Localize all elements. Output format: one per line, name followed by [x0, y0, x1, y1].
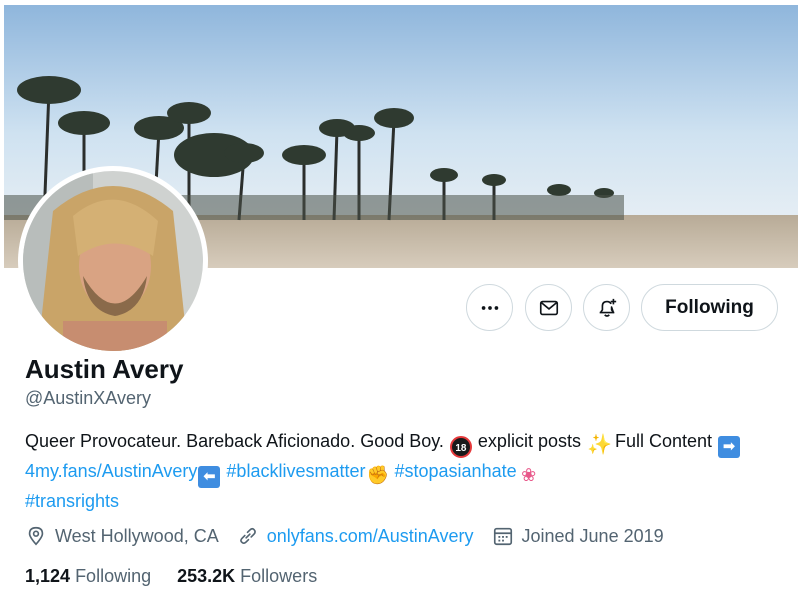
- adult-content-emoji: 18: [449, 436, 472, 458]
- display-name: Austin Avery: [25, 354, 184, 384]
- profile-actions: Following: [0, 284, 800, 332]
- bio-link[interactable]: 4my.fans/AustinAvery: [25, 461, 197, 481]
- user-handle: @AustinXAvery: [25, 388, 151, 408]
- link-icon: [239, 527, 256, 545]
- more-button[interactable]: [466, 284, 513, 331]
- mail-icon: [539, 300, 558, 315]
- lotus-emoji: ❀: [521, 465, 537, 485]
- location-text: West Hollywood, CA: [55, 525, 219, 546]
- bio-text: Queer Provocateur. Bareback Aficionado. …: [25, 431, 449, 451]
- calendar-icon: [493, 527, 512, 546]
- hashtag-blacklivesmatter[interactable]: #blacklivesmatter: [226, 461, 365, 481]
- hashtag-transrights[interactable]: #transrights: [25, 491, 119, 511]
- followers-stat[interactable]: 253.2K Followers: [177, 566, 317, 587]
- joined-date: Joined June 2019: [492, 525, 664, 547]
- bio-text: explicit posts: [472, 431, 586, 451]
- profile-meta: West Hollywood, CA onlyfans.com/AustinAv…: [25, 524, 682, 548]
- website-link[interactable]: onlyfans.com/AustinAvery: [267, 526, 474, 547]
- raised-fists-emoji: ✊: [366, 465, 389, 485]
- bell-plus-icon: [599, 298, 616, 317]
- profile-bio: Queer Provocateur. Bareback Aficionado. …: [25, 428, 795, 515]
- following-stat[interactable]: 1,124 Following: [25, 566, 151, 587]
- followers-count: 253.2K: [177, 566, 236, 586]
- sparkles-emoji: ✨: [586, 434, 612, 456]
- location-pin-icon: [28, 526, 44, 546]
- follow-stats: 1,124 Following 253.2K Followers: [25, 566, 343, 587]
- following-button[interactable]: Following: [641, 284, 778, 331]
- message-button[interactable]: [525, 284, 572, 331]
- website: onlyfans.com/AustinAvery: [237, 525, 474, 547]
- notifications-button[interactable]: [583, 284, 630, 331]
- following-label: Following: [75, 566, 152, 586]
- joined-text: Joined June 2019: [521, 525, 664, 546]
- location: West Hollywood, CA: [25, 525, 219, 547]
- arrow-right-emoji: ➡: [718, 436, 741, 458]
- arrow-left-emoji: ⬅: [198, 466, 221, 488]
- following-count: 1,124: [25, 566, 71, 586]
- followers-label: Followers: [240, 566, 318, 586]
- hashtag-stopasianhate[interactable]: #stopasianhate: [395, 461, 517, 481]
- more-icon: [481, 305, 498, 310]
- bio-text: Full Content: [609, 431, 718, 451]
